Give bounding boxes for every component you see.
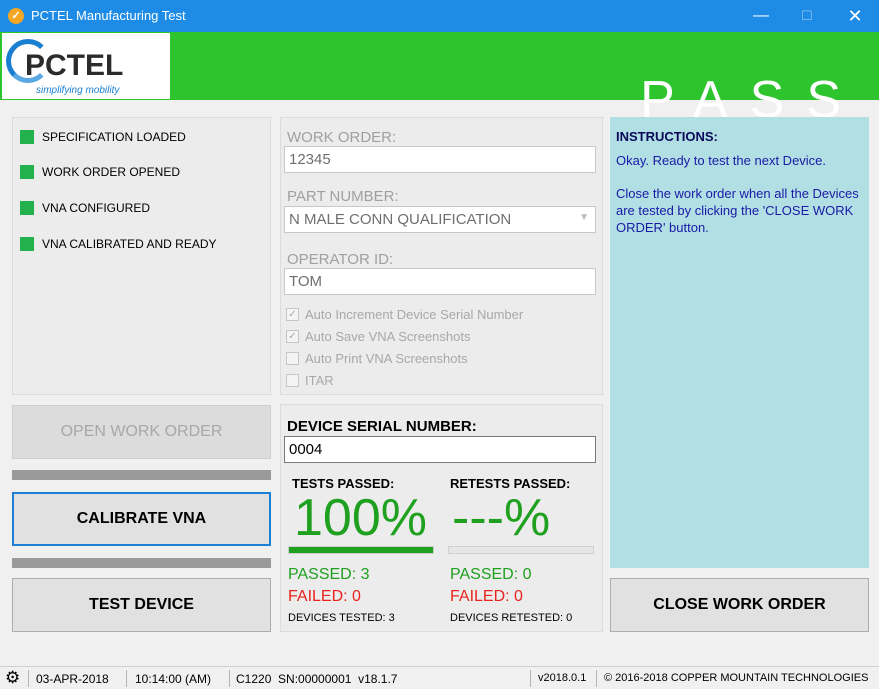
work-order-field[interactable]: 12345 [284,146,596,173]
retest-passed-count: PASSED: 0 [450,566,532,583]
check-icon[interactable]: ✓ [286,308,299,321]
close-icon[interactable]: ✕ [832,0,878,32]
failed-count: FAILED: 0 [288,588,361,605]
operator-id-label: OPERATOR ID: [287,251,394,268]
instructions-line-1: Okay. Ready to test the next Device. [616,153,827,168]
window-title: PCTEL Manufacturing Test [31,8,186,23]
serial-number-label: DEVICE SERIAL NUMBER: [287,418,477,435]
logo-tagline: simplifying mobility [36,85,120,96]
close-work-order-button[interactable]: CLOSE WORK ORDER [610,578,869,632]
statusbar-device-info: C1220 SN:00000001 v18.1.7 [236,672,398,686]
separator-bar [12,470,271,480]
retests-passed-percent: ---% [452,489,551,547]
retest-failed-count: FAILED: 0 [450,588,523,605]
calibrate-vna-button[interactable]: CALIBRATE VNA [12,492,271,546]
tests-progress-bar [288,546,434,554]
status-led-icon [20,237,34,251]
work-order-label: WORK ORDER: [287,129,397,146]
open-work-order-button[interactable]: OPEN WORK ORDER [12,405,271,459]
devices-retested: DEVICES RETESTED: 0 [450,612,573,624]
tests-passed-percent: 100% [294,489,427,547]
operator-id-field[interactable]: TOM [284,268,596,295]
app-check-icon: ✓ [8,8,24,24]
status-label: SPECIFICATION LOADED [42,130,186,144]
status-led-icon [20,130,34,144]
status-label: VNA CALIBRATED AND READY [42,237,217,251]
tests-progress-fill [289,547,433,553]
statusbar-divider [229,670,230,687]
statusbar-copyright: © 2016-2018 COPPER MOUNTAIN TECHNOLOGIES [604,672,869,684]
checkbox-label: Auto Print VNA Screenshots [305,351,468,366]
logo-wordmark: PCTEL [25,49,124,82]
status-label: WORK ORDER OPENED [42,165,181,179]
checkbox-empty[interactable] [286,374,299,387]
instructions-line-2: Close the work order when all the Device… [616,186,859,235]
statusbar-divider [530,670,531,687]
passed-count: PASSED: 3 [288,566,370,583]
checkbox-label: Auto Increment Device Serial Number [305,307,524,322]
devices-tested: DEVICES TESTED: 3 [288,612,395,624]
checkbox-label: ITAR [305,373,334,388]
separator-bar [12,558,271,568]
statusbar-divider [596,670,597,687]
statusbar-date: 03-APR-2018 [36,672,109,686]
maximize-icon[interactable]: ☐ [784,0,830,32]
checkbox-label: Auto Save VNA Screenshots [305,329,471,344]
statusbar-divider [126,670,127,687]
title-bar: ✓ PCTEL Manufacturing Test — ☐ ✕ [0,0,879,32]
part-number-label: PART NUMBER: [287,188,399,205]
part-number-select[interactable]: N MALE CONN QUALIFICATION ▼ [284,206,596,233]
serial-number-field[interactable]: 0004 [284,436,596,463]
status-led-icon [20,201,34,215]
status-bar: ⚙ 03-APR-2018 10:14:00 (AM) C1220 SN:000… [0,666,879,689]
statusbar-divider [28,670,29,687]
statusbar-version: v2018.0.1 [538,672,587,684]
checkbox-empty[interactable] [286,352,299,365]
part-number-value: N MALE CONN QUALIFICATION [289,211,512,228]
pctel-logo: PCTEL simplifying mobility [2,33,170,99]
instructions-title: INSTRUCTIONS: [616,129,718,144]
check-icon[interactable]: ✓ [286,330,299,343]
minimize-icon[interactable]: — [738,0,784,32]
status-label: VNA CONFIGURED [42,201,151,215]
status-panel [12,117,271,395]
test-device-button[interactable]: TEST DEVICE [12,578,271,632]
statusbar-time: 10:14:00 (AM) [135,672,212,686]
gear-icon[interactable]: ⚙ [5,668,20,688]
instructions-panel: INSTRUCTIONS: Okay. Ready to test the ne… [610,117,869,568]
chevron-down-icon[interactable]: ▼ [579,212,589,223]
status-led-icon [20,165,34,179]
retests-progress-bar [448,546,594,554]
